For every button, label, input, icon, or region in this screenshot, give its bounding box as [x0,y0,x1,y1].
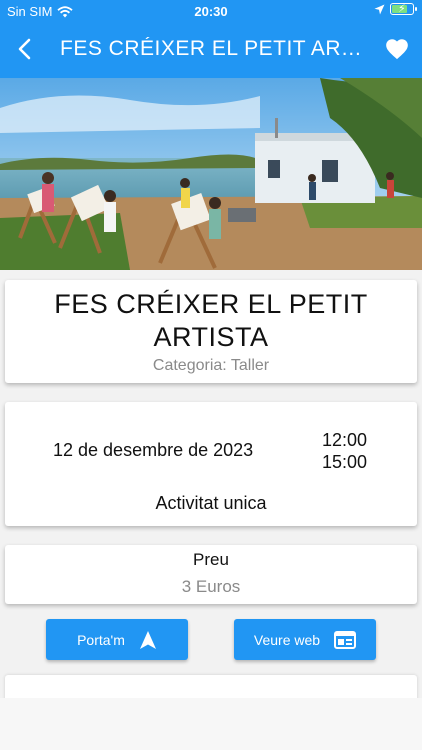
status-right: ⚡ [374,3,417,15]
event-photo [0,78,422,270]
back-arrow-icon[interactable] [12,34,42,64]
navigation-arrow-icon [139,630,156,649]
location-icon [374,4,385,14]
event-times: 12:00 15:00 [322,429,367,473]
navigate-button[interactable]: Porta'm [46,619,188,660]
battery-icon: ⚡ [390,3,417,15]
navigate-button-label: Porta'm [77,631,125,648]
status-bar: Sin SIM 20:30 ⚡ [0,0,422,22]
event-end-time: 15:00 [321,452,367,472]
charging-icon: ⚡ [398,3,406,15]
event-title-card: FES CRÉIXER EL PETIT ARTISTA Categoria: … [5,280,417,383]
bottom-bar [0,698,422,750]
event-schedule-card: 12 de desembre de 2023 12:00 15:00 Activ… [5,402,417,526]
event-category: Categoria: Taller [152,357,270,374]
price-label: Preu [193,550,229,569]
page-title: FES CRÉIXER EL PETIT ARTISTA [60,37,362,60]
event-title: FES CRÉIXER EL PETIT ARTISTA [54,289,368,352]
event-price-card: Preu 3 Euros [5,545,417,604]
app-bar: FES CRÉIXER EL PETIT ARTISTA [0,22,422,78]
web-window-icon [334,630,357,649]
web-button[interactable]: Veure web [234,619,376,660]
web-button-label: Veure web [253,631,321,648]
event-frequency: Activitat unica [155,493,267,513]
status-time: 20:30 [194,4,228,19]
price-value: 3 Euros [181,577,241,596]
event-date: 12 de desembre de 2023 [53,440,254,460]
heart-icon[interactable] [384,36,410,62]
event-start-time: 12:00 [321,430,367,450]
